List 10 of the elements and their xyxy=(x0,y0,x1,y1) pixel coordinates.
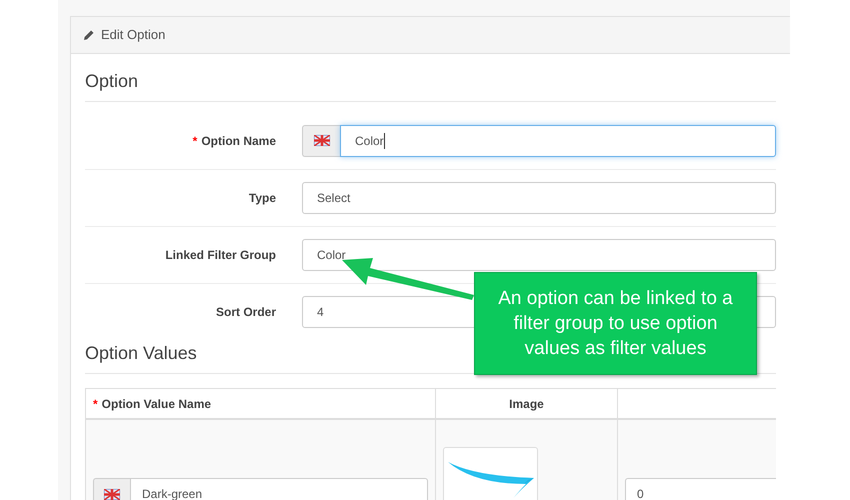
column-header: * Option Value Name xyxy=(93,396,212,412)
field-label: Linked Filter Group xyxy=(165,247,276,264)
field-label: Type xyxy=(248,190,276,207)
column-header: Image xyxy=(509,396,544,412)
panel-title: Edit Option xyxy=(101,26,166,44)
section-title: Option xyxy=(85,71,138,91)
field-label: Sort Order xyxy=(216,304,276,321)
section-title: Option Values xyxy=(85,343,197,363)
callout-text: An option can be linked to a filter group to use option values as filter values xyxy=(497,287,734,361)
field-label: * Option Name xyxy=(192,132,276,150)
